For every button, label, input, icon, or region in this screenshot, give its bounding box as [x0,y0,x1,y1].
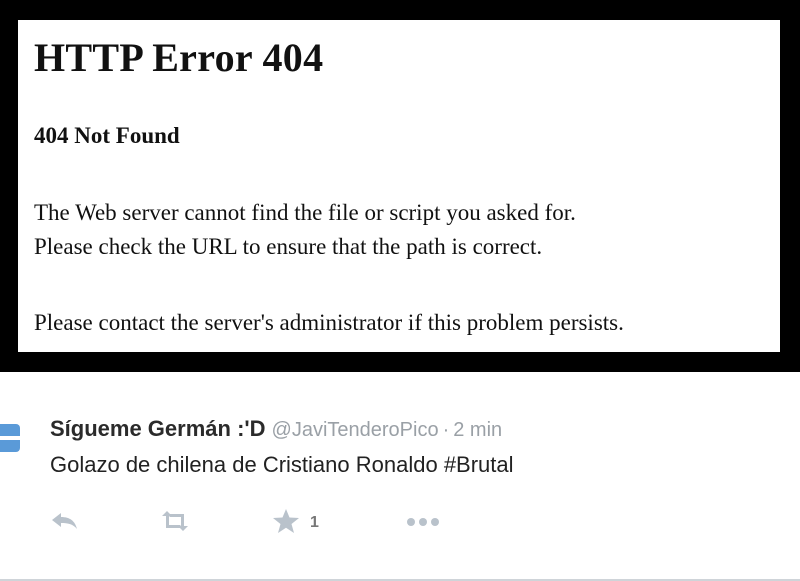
star-icon [272,508,300,539]
more-dots-icon [406,514,440,532]
error-title: HTTP Error 404 [34,35,324,80]
tweet-actions: 1 [50,508,470,538]
reply-icon [50,510,80,537]
error-message-line-3: Please contact the server's administrato… [34,310,624,335]
error-page: HTTP Error 404 404 Not Found The Web ser… [18,20,780,352]
tweet: Sígueme Germán :'D @JaviTenderoPico · 2 min… [0,372,800,581]
error-subtitle: 404 Not Found [34,123,180,148]
tweet-timestamp[interactable]: 2 min [453,419,502,441]
hashtag-link[interactable]: #Brutal [444,452,514,477]
avatar[interactable] [0,424,20,452]
favorite-button[interactable]: 1 [272,508,319,538]
separator: · [442,419,450,441]
tweet-header: Sígueme Germán :'D @JaviTenderoPico · 2 min [50,416,502,442]
display-name[interactable]: Sígueme Germán :'D [50,416,266,441]
favorite-count: 1 [310,514,319,531]
tweet-text: Golazo de chilena de Cristiano Ronaldo #… [50,452,514,478]
retweet-icon [158,510,192,537]
error-screenshot-frame: HTTP Error 404 404 Not Found The Web ser… [0,0,800,372]
tweet-text-body: Golazo de chilena de Cristiano Ronaldo [50,452,444,477]
reply-button[interactable] [50,508,80,538]
error-message-line-2: Please check the URL to ensure that the … [34,234,543,259]
user-handle[interactable]: @JaviTenderoPico [272,419,439,441]
more-button[interactable] [406,508,440,538]
retweet-button[interactable] [158,508,192,538]
error-message-line-1: The Web server cannot find the file or s… [34,200,576,225]
